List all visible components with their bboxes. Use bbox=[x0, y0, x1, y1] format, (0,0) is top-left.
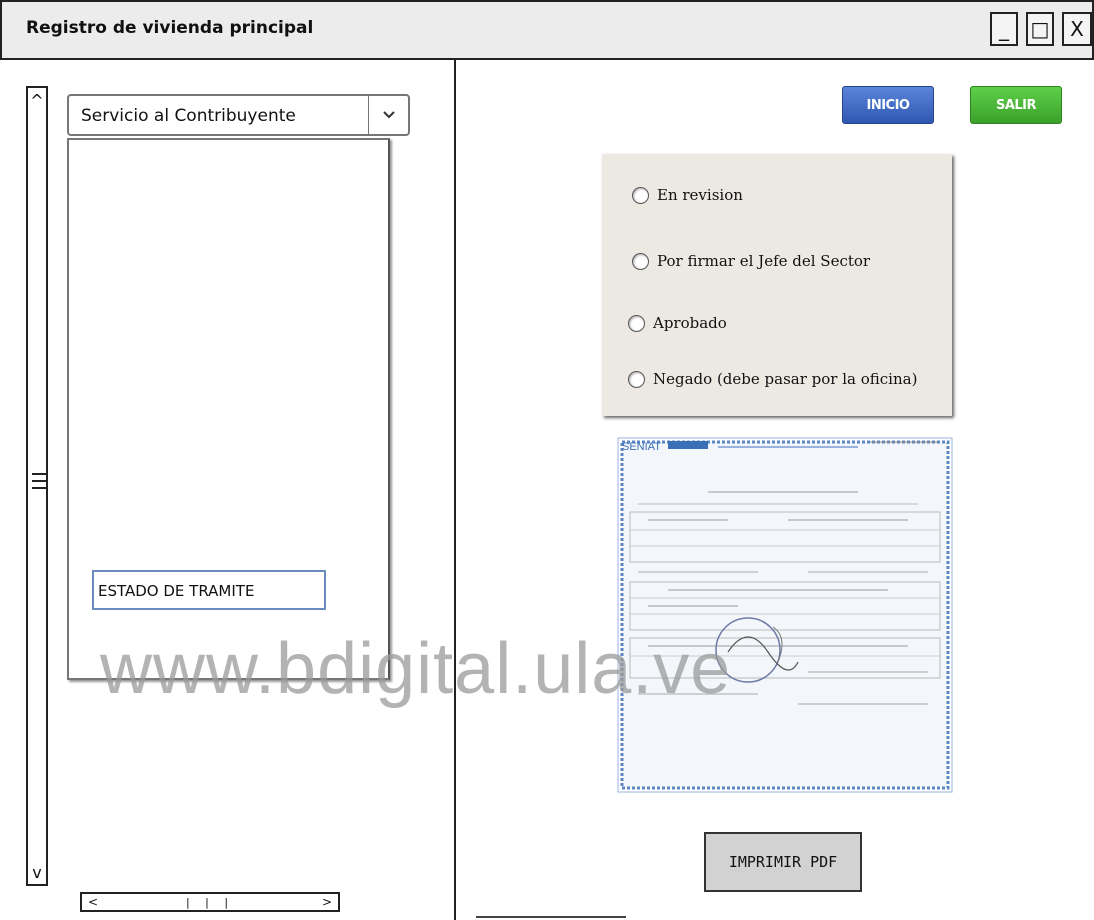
vertical-scrollbar[interactable]: ^ v bbox=[26, 86, 48, 886]
panel-divider bbox=[454, 60, 456, 920]
horizontal-scrollbar[interactable]: < | | | > bbox=[80, 892, 340, 912]
radio-label: En revision bbox=[657, 186, 743, 204]
close-button[interactable]: X bbox=[1062, 12, 1092, 46]
window-title: Registro de vivienda principal bbox=[26, 18, 314, 38]
radio-negado[interactable]: Negado (debe pasar por la oficina) bbox=[628, 370, 917, 388]
radio-label: Negado (debe pasar por la oficina) bbox=[653, 370, 918, 388]
maximize-button[interactable]: □ bbox=[1026, 12, 1054, 46]
salir-button[interactable]: SALIR bbox=[970, 86, 1062, 124]
scroll-up-icon[interactable]: ^ bbox=[28, 88, 46, 112]
minimize-button[interactable]: _ bbox=[990, 12, 1018, 46]
divider-line bbox=[476, 916, 626, 918]
radio-circle-icon[interactable] bbox=[628, 370, 645, 388]
scroll-left-icon[interactable]: < bbox=[88, 895, 98, 909]
scroll-thumb[interactable] bbox=[32, 468, 46, 498]
inicio-button[interactable]: INICIO bbox=[842, 86, 934, 124]
radio-label: Aprobado bbox=[653, 314, 727, 332]
radio-circle-icon[interactable] bbox=[632, 252, 649, 270]
radio-circle-icon[interactable] bbox=[632, 186, 649, 204]
chevron-down-icon[interactable] bbox=[368, 96, 408, 134]
scroll-thumb-horizontal[interactable]: | | | bbox=[186, 896, 234, 909]
scroll-down-icon[interactable]: v bbox=[28, 860, 46, 884]
dropdown-selected-value: Servicio al Contribuyente bbox=[81, 106, 296, 126]
seniat-logo: SENIAT bbox=[622, 441, 661, 453]
radio-circle-icon[interactable] bbox=[628, 314, 645, 332]
document-scan-image: SENIAT bbox=[608, 432, 966, 794]
radio-por-firmar[interactable]: Por firmar el Jefe del Sector bbox=[632, 252, 870, 270]
estado-tramite-field[interactable]: ESTADO DE TRAMITE bbox=[92, 570, 326, 610]
radio-label: Por firmar el Jefe del Sector bbox=[657, 252, 871, 270]
service-dropdown[interactable]: Servicio al Contribuyente bbox=[67, 94, 410, 136]
radio-en-revision[interactable]: En revision bbox=[632, 186, 743, 204]
radio-aprobado[interactable]: Aprobado bbox=[628, 314, 727, 332]
scroll-right-icon[interactable]: > bbox=[322, 895, 332, 909]
status-radio-group: En revision Por firmar el Jefe del Secto… bbox=[602, 154, 952, 416]
imprimir-pdf-button[interactable]: IMPRIMIR PDF bbox=[704, 832, 862, 892]
watermark: www.bdigital.ula.ve bbox=[100, 629, 732, 709]
